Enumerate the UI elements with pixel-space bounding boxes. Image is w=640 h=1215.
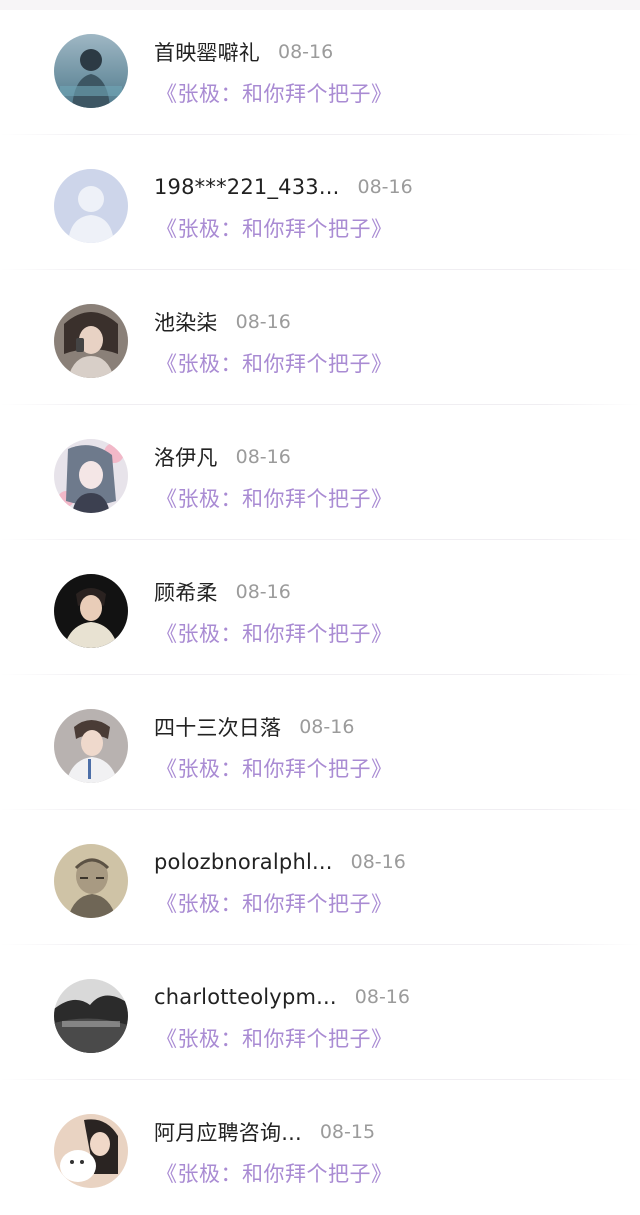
user-avatar[interactable] bbox=[54, 304, 128, 378]
message-date: 08-16 bbox=[235, 311, 291, 333]
message-date: 08-16 bbox=[357, 176, 413, 198]
user-name[interactable]: 四十三次日落 bbox=[154, 712, 281, 742]
message-date: 08-16 bbox=[235, 446, 291, 468]
user-name[interactable]: charlotteolypm... bbox=[154, 985, 337, 1009]
user-avatar[interactable] bbox=[54, 979, 128, 1053]
message-preview[interactable]: 《张极：和你拜个把子》 bbox=[156, 1158, 393, 1188]
message-row[interactable]: 首映罂噼礼 08-16 《张极：和你拜个把子》 bbox=[0, 0, 640, 135]
message-preview[interactable]: 《张极：和你拜个把子》 bbox=[156, 888, 393, 918]
message-row[interactable]: polozbnoralphl... 08-16 《张极：和你拜个把子》 bbox=[0, 810, 640, 945]
message-preview[interactable]: 《张极：和你拜个把子》 bbox=[156, 1023, 393, 1053]
message-date: 08-16 bbox=[278, 41, 334, 63]
message-preview[interactable]: 《张极：和你拜个把子》 bbox=[156, 753, 393, 783]
message-row[interactable]: 阿月应聘咨询... 08-15 《张极：和你拜个把子》 bbox=[0, 1080, 640, 1215]
user-name[interactable]: 池染柒 bbox=[154, 307, 218, 337]
message-date: 08-16 bbox=[299, 716, 355, 738]
user-name[interactable]: 198***221_433... bbox=[154, 175, 339, 199]
user-avatar[interactable] bbox=[54, 169, 128, 243]
message-date: 08-16 bbox=[350, 851, 406, 873]
message-row[interactable]: 顾希柔 08-16 《张极：和你拜个把子》 bbox=[0, 540, 640, 675]
message-row[interactable]: 198***221_433... 08-16 《张极：和你拜个把子》 bbox=[0, 135, 640, 270]
message-preview[interactable]: 《张极：和你拜个把子》 bbox=[156, 618, 393, 648]
user-name[interactable]: polozbnoralphl... bbox=[154, 850, 333, 874]
message-row[interactable]: 四十三次日落 08-16 《张极：和你拜个把子》 bbox=[0, 675, 640, 810]
message-preview[interactable]: 《张极：和你拜个把子》 bbox=[156, 213, 393, 243]
user-avatar[interactable] bbox=[54, 844, 128, 918]
message-date: 08-16 bbox=[354, 986, 410, 1008]
user-name[interactable]: 洛伊凡 bbox=[154, 442, 218, 472]
user-name[interactable]: 顾希柔 bbox=[154, 577, 218, 607]
user-name[interactable]: 首映罂噼礼 bbox=[154, 37, 260, 67]
message-preview[interactable]: 《张极：和你拜个把子》 bbox=[156, 483, 393, 513]
user-avatar[interactable] bbox=[54, 34, 128, 108]
message-date: 08-16 bbox=[235, 581, 291, 603]
user-avatar[interactable] bbox=[54, 574, 128, 648]
message-list: 首映罂噼礼 08-16 《张极：和你拜个把子》 198***221_433...… bbox=[0, 0, 640, 1196]
message-row[interactable]: charlotteolypm... 08-16 《张极：和你拜个把子》 bbox=[0, 945, 640, 1080]
message-preview[interactable]: 《张极：和你拜个把子》 bbox=[156, 78, 393, 108]
user-name[interactable]: 阿月应聘咨询... bbox=[154, 1117, 302, 1147]
message-date: 08-15 bbox=[319, 1121, 376, 1143]
message-row[interactable]: 池染柒 08-16 《张极：和你拜个把子》 bbox=[0, 270, 640, 405]
user-avatar[interactable] bbox=[54, 1114, 128, 1188]
message-preview[interactable]: 《张极：和你拜个把子》 bbox=[156, 348, 393, 378]
user-avatar[interactable] bbox=[54, 439, 128, 513]
message-row[interactable]: 洛伊凡 08-16 《张极：和你拜个把子》 bbox=[0, 405, 640, 540]
user-avatar[interactable] bbox=[54, 709, 128, 783]
